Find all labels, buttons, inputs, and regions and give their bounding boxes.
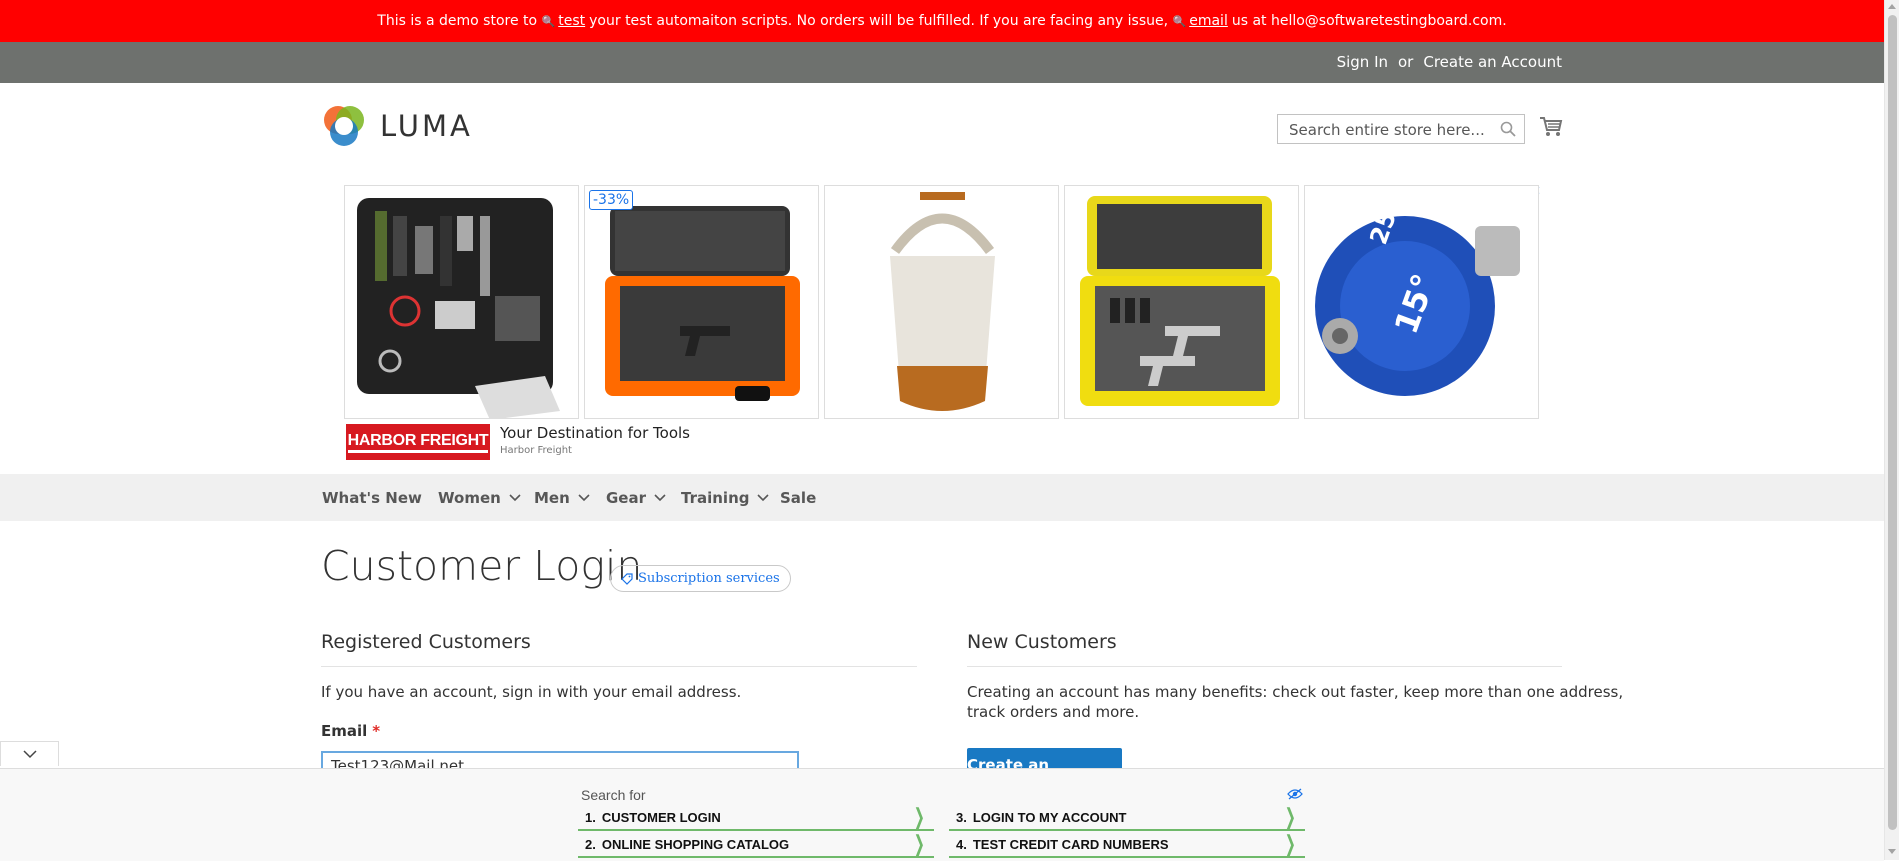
scroll-down-arrow[interactable] xyxy=(1888,849,1896,854)
link-number: 1. xyxy=(585,810,596,825)
nav-label: Training xyxy=(681,489,750,507)
registered-divider xyxy=(321,666,917,667)
new-customers-title: New Customers xyxy=(967,631,1117,653)
nav-item-whats-new[interactable]: What's New xyxy=(322,489,422,507)
header-links: Sign In or Create an Account xyxy=(1337,53,1562,71)
search-ad-link[interactable]: 1. CUSTOMER LOGIN ❯ xyxy=(578,804,934,831)
scrollbar-thumb[interactable] xyxy=(1888,15,1897,830)
ad-product-nozzle[interactable]: 15° 25° xyxy=(1304,185,1539,419)
link-label: TEST CREDIT CARD NUMBERS xyxy=(972,837,1169,852)
link-label: LOGIN TO MY ACCOUNT xyxy=(972,810,1127,825)
canvas-bucket-image xyxy=(890,192,995,411)
search-icon[interactable] xyxy=(1500,121,1516,137)
magnifier-icon: 🔍 xyxy=(1172,14,1187,28)
search-for-label: Search for xyxy=(581,787,646,803)
luma-logo-icon xyxy=(324,106,364,146)
link-number: 2. xyxy=(585,837,596,852)
hide-eye-icon[interactable] xyxy=(1287,788,1303,800)
nav-label: Gear xyxy=(606,489,647,507)
banner-text-2: your test automaiton scripts. No orders … xyxy=(589,13,1169,29)
link-label: ONLINE SHOPPING CATALOG xyxy=(601,837,790,852)
harbor-freight-logo-text: HARBOR FREIGHT xyxy=(347,432,489,453)
search-ad-link[interactable]: 2. ONLINE SHOPPING CATALOG ❯ xyxy=(578,831,934,858)
pressure-nozzle-image: 15° 25° xyxy=(1315,196,1520,396)
search-ad-link[interactable]: 3. LOGIN TO MY ACCOUNT ❯ xyxy=(949,804,1305,831)
header-panel: Sign In or Create an Account xyxy=(0,42,1884,83)
nav-label: Women xyxy=(438,489,501,507)
nav-label: Sale xyxy=(780,489,817,507)
chevron-right-icon: ❯ xyxy=(1284,831,1296,856)
demo-notice-banner: This is a demo store to 🔍 test your test… xyxy=(0,0,1884,42)
nav-item-gear[interactable]: Gear xyxy=(606,489,666,507)
ad-product-yellow-case[interactable] xyxy=(1064,185,1299,419)
tag-icon xyxy=(621,572,633,585)
nav-label: Men xyxy=(534,489,570,507)
banner-link-email[interactable]: email xyxy=(1189,13,1228,29)
ad-product-orange-case[interactable]: -33% xyxy=(584,185,819,419)
link-number: 4. xyxy=(956,837,967,852)
chevron-right-icon: ❯ xyxy=(913,804,925,829)
chevron-down-icon xyxy=(757,494,770,502)
chevron-down-icon xyxy=(509,494,521,502)
chevron-right-icon: ❯ xyxy=(1284,804,1296,829)
email-label-text: Email xyxy=(321,722,368,740)
nav-item-women[interactable]: Women xyxy=(438,489,521,507)
search-ad-link[interactable]: 4. TEST CREDIT CARD NUMBERS ❯ xyxy=(949,831,1305,858)
search-input[interactable] xyxy=(1287,116,1501,144)
discount-badge: -33% xyxy=(589,190,634,210)
ad-title[interactable]: Your Destination for Tools xyxy=(500,424,690,442)
luma-logo[interactable]: LUMA xyxy=(322,104,473,148)
scroll-up-arrow[interactable] xyxy=(1888,4,1896,9)
ad-advertiser: Harbor Freight xyxy=(500,445,572,456)
registered-customers-title: Registered Customers xyxy=(321,631,531,653)
chevron-right-icon: ❯ xyxy=(913,831,925,856)
chevron-down-icon xyxy=(654,494,666,502)
chevron-down-icon xyxy=(578,494,590,502)
required-mark: * xyxy=(372,722,381,740)
logo-text: LUMA xyxy=(380,109,473,143)
subscription-services-badge[interactable]: Subscription services xyxy=(610,565,791,592)
page-title: Customer Login xyxy=(321,542,643,590)
ad-collapse-toggle[interactable] xyxy=(0,741,59,766)
nav-item-training[interactable]: Training xyxy=(681,489,770,507)
nav-label: What's New xyxy=(322,489,422,507)
bottom-search-ad: Search for 1. CUSTOMER LOGIN ❯ 3. LOGIN TO… xyxy=(0,768,1884,861)
or-text: or xyxy=(1398,53,1414,71)
new-customers-intro-line-2: track orders and more. xyxy=(967,703,1140,721)
nav-item-sale[interactable]: Sale xyxy=(780,489,816,507)
chevron-down-icon xyxy=(22,749,37,758)
new-customers-divider xyxy=(967,666,1562,667)
harbor-freight-logo[interactable]: HARBOR FREIGHT xyxy=(346,424,490,460)
banner-text-1: This is a demo store to xyxy=(377,13,538,29)
yellow-case-image xyxy=(1080,196,1280,406)
link-label: CUSTOMER LOGIN xyxy=(601,810,721,825)
orange-case-image xyxy=(605,206,800,401)
search-box xyxy=(1277,114,1525,144)
create-account-link[interactable]: Create an Account xyxy=(1423,53,1562,71)
sign-in-link[interactable]: Sign In xyxy=(1337,53,1388,71)
link-number: 3. xyxy=(956,810,967,825)
email-label: Email * xyxy=(321,722,380,740)
ad-product-canvas-bucket[interactable] xyxy=(824,185,1059,419)
cart-icon[interactable] xyxy=(1539,116,1563,138)
main-navigation: What's New Women Men Gear Training Sale xyxy=(0,474,1884,521)
ad-product-survival-kit[interactable] xyxy=(344,185,579,419)
advertisement[interactable]: ▷✕ -33% xyxy=(344,184,1541,461)
registered-intro: If you have an account, sign in with you… xyxy=(321,683,742,701)
banner-link-test[interactable]: test xyxy=(558,13,585,29)
page-scrollbar[interactable] xyxy=(1884,0,1899,860)
nav-item-men[interactable]: Men xyxy=(534,489,590,507)
survival-kit-image xyxy=(357,198,560,418)
banner-text-3: us at hello@softwaretestingboard.com. xyxy=(1231,13,1507,29)
magnifier-icon: 🔍 xyxy=(541,14,556,28)
subscription-services-label: Subscription services xyxy=(638,571,780,586)
new-customers-intro-line-1: Creating an account has many benefits: c… xyxy=(967,683,1624,701)
